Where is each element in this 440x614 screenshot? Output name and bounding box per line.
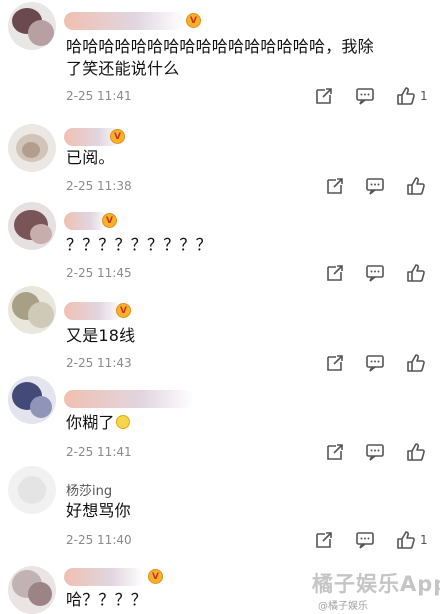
comment-item[interactable]: 杨莎ing 好想骂你 2-25 11:40 1: [0, 466, 440, 556]
comment-icon[interactable]: [365, 442, 385, 462]
like-count: 1: [420, 533, 428, 547]
avatar[interactable]: [8, 202, 56, 250]
comment-icon[interactable]: [355, 530, 375, 550]
thumbs-up-icon[interactable]: [406, 442, 426, 462]
timestamp: 2-25 11:38: [66, 179, 132, 193]
comment-text: 又是18线: [66, 326, 136, 345]
avatar[interactable]: [8, 2, 56, 50]
avatar[interactable]: [8, 124, 56, 172]
comment-text: 你糊了: [66, 412, 130, 434]
comment-icon[interactable]: [365, 263, 385, 283]
share-icon[interactable]: [314, 86, 334, 106]
comment-text: 哈哈哈哈哈哈哈哈哈哈哈哈哈哈哈哈，我除: [66, 37, 374, 56]
thumbs-up-icon[interactable]: [406, 176, 426, 196]
vip-badge-icon: V: [110, 129, 125, 144]
like-count: 1: [420, 89, 428, 103]
comment-text-content: 你糊了: [66, 413, 115, 432]
thumbs-up-icon[interactable]: [396, 530, 416, 550]
share-icon[interactable]: [314, 530, 334, 550]
share-icon[interactable]: [325, 263, 345, 283]
avatar[interactable]: [8, 466, 56, 514]
watermark-handle: @橘子娱乐: [318, 601, 368, 612]
timestamp: 2-25 11:40: [66, 533, 132, 547]
vip-badge-icon: V: [102, 213, 117, 228]
comment-item[interactable]: V ？？？？？？？？？ 2-25 11:45: [0, 202, 440, 290]
timestamp: 2-25 11:41: [66, 445, 132, 459]
avatar[interactable]: [8, 376, 56, 424]
comment-text: 哈？？？？: [66, 590, 148, 609]
vip-badge-icon: V: [186, 13, 201, 28]
share-icon[interactable]: [325, 353, 345, 373]
vip-badge-icon: V: [116, 303, 131, 318]
comment-icon[interactable]: [365, 353, 385, 373]
watermark-brand: 橘子娱乐App: [312, 572, 440, 596]
comment-text: ？？？？？？？？？: [66, 235, 212, 254]
comment-icon[interactable]: [365, 176, 385, 196]
timestamp: 2-25 11:43: [66, 356, 132, 370]
avatar[interactable]: [8, 286, 56, 334]
comment-icon[interactable]: [355, 86, 375, 106]
thumbs-up-icon[interactable]: [396, 86, 416, 106]
comment-item[interactable]: V 又是18线 2-25 11:43: [0, 286, 440, 376]
thumbs-up-icon[interactable]: [406, 353, 426, 373]
timestamp: 2-25 11:45: [66, 266, 132, 280]
comment-text: 好想骂你: [66, 501, 131, 520]
thumbs-up-icon[interactable]: [406, 263, 426, 283]
comment-text-continued: 了笑还能说什么: [66, 59, 180, 78]
comment-item[interactable]: V 哈哈哈哈哈哈哈哈哈哈哈哈哈哈哈哈，我除 了笑还能说什么 2-25 11:41…: [0, 0, 440, 118]
avatar[interactable]: [8, 566, 56, 614]
timestamp: 2-25 11:41: [66, 89, 132, 103]
comment-item[interactable]: V 已阅。 2-25 11:38: [0, 118, 440, 204]
comment-text: 已阅。: [66, 148, 115, 167]
username[interactable]: 杨莎ing: [66, 480, 112, 499]
vip-badge-icon: V: [148, 569, 163, 584]
crying-emoji-icon: [115, 415, 130, 429]
share-icon[interactable]: [325, 442, 345, 462]
share-icon[interactable]: [325, 176, 345, 196]
comment-item[interactable]: 你糊了 2-25 11:41: [0, 376, 440, 466]
